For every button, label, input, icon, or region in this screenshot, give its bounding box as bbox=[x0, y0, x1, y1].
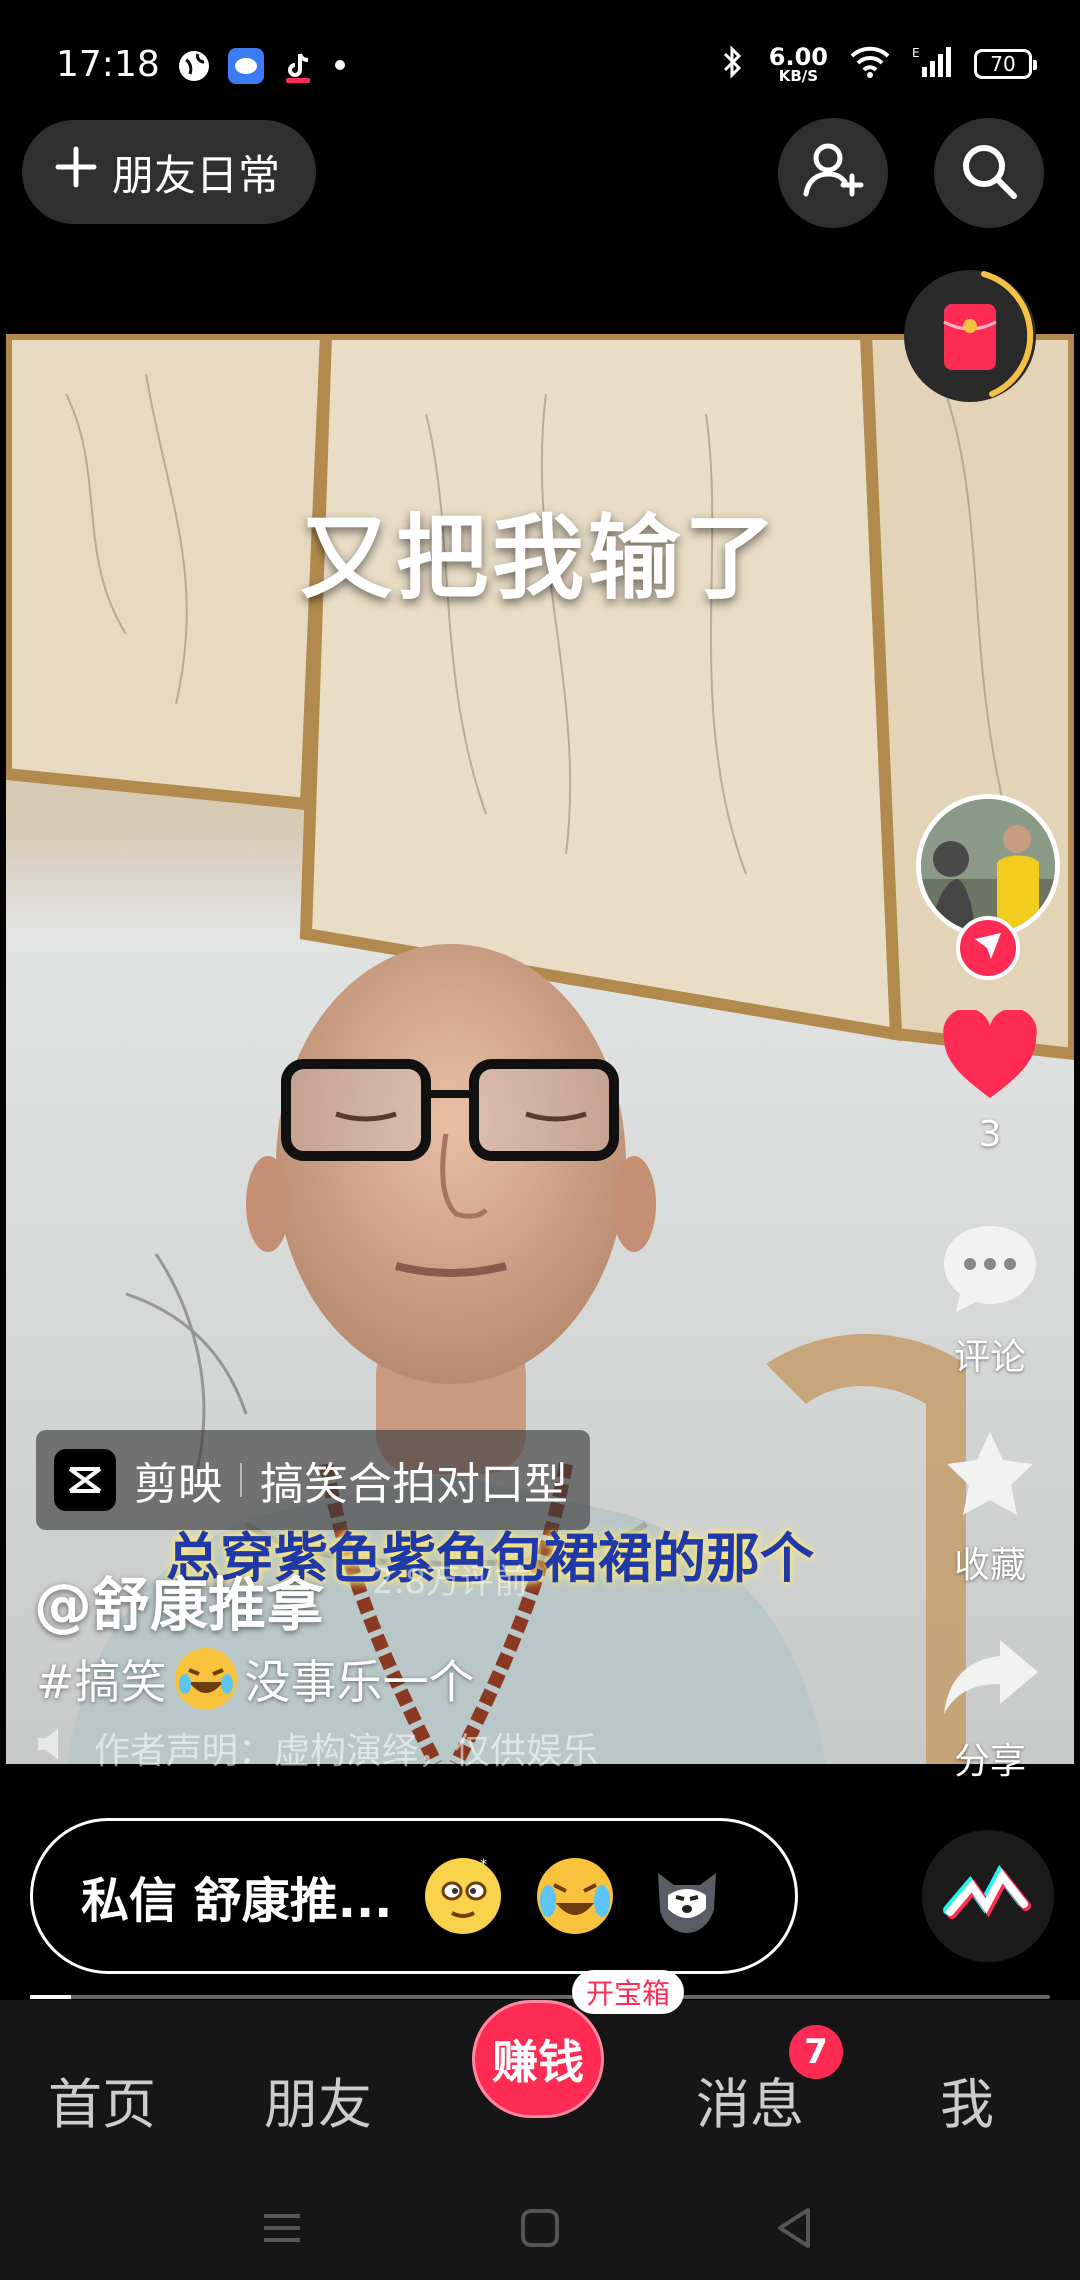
treasure-chest-tag[interactable]: 开宝箱 bbox=[572, 1970, 685, 2014]
dizzy-face-emoji-icon[interactable]: * bbox=[422, 1855, 504, 1937]
share-button[interactable]: 分享 bbox=[920, 1636, 1060, 1784]
add-friend-icon bbox=[800, 138, 866, 208]
comment-button[interactable]: 评论 bbox=[920, 1220, 1060, 1380]
nav-me[interactable]: 我 bbox=[940, 2060, 994, 2139]
author-statement: 作者声明：虚构演绎，仅供娱乐 bbox=[34, 1722, 598, 1774]
post-description: #搞笑 没事乐一个 bbox=[36, 1646, 475, 1712]
tiktok-app-icon bbox=[280, 48, 316, 84]
template-label: 搞笑合拍对口型 bbox=[260, 1459, 568, 1510]
husky-emoji-icon[interactable] bbox=[646, 1855, 728, 1937]
chip-divider bbox=[240, 1463, 242, 1497]
bluetooth-icon bbox=[717, 44, 747, 84]
status-right: 6.00 KB/S E 70 bbox=[717, 44, 1037, 84]
net-speed-unit: KB/S bbox=[778, 66, 819, 85]
search-icon bbox=[958, 140, 1020, 206]
status-time: 17:18 bbox=[56, 44, 160, 85]
net-speed: 6.00 KB/S bbox=[769, 45, 828, 84]
music-disc-button[interactable] bbox=[922, 1830, 1054, 1962]
laughing-emoji-icon bbox=[174, 1648, 237, 1710]
video-progress-bar[interactable] bbox=[30, 1995, 1050, 1999]
svg-text:*: * bbox=[480, 1857, 487, 1873]
like-button[interactable]: 3 bbox=[920, 1008, 1060, 1155]
music-note-icon bbox=[940, 1854, 1036, 1938]
net-speed-value: 6.00 bbox=[768, 42, 828, 71]
nav-earn-label: 赚钱 bbox=[472, 2000, 604, 2118]
direct-message-text: 私信 舒康推... bbox=[81, 1873, 393, 1929]
home-square-icon[interactable] bbox=[520, 2208, 560, 2252]
battery-indicator: 70 bbox=[974, 49, 1037, 79]
capcut-template-chip[interactable]: 剪映 搞笑合拍对口型 bbox=[36, 1430, 590, 1530]
messages-badge: 7 bbox=[786, 2022, 846, 2082]
search-button[interactable] bbox=[934, 118, 1044, 228]
hashtag-link[interactable]: #搞笑 bbox=[36, 1646, 167, 1712]
signal-icon: E bbox=[912, 45, 952, 83]
red-packet-icon bbox=[904, 270, 1036, 402]
status-bar: 17:18 6.00 KB/S E 70 bbox=[0, 0, 1080, 96]
notification-dot bbox=[335, 60, 345, 70]
author-name[interactable]: @舒康推拿 bbox=[34, 1558, 324, 1642]
speaker-icon bbox=[34, 1724, 74, 1773]
author-statement-text: 作者声明：虚构演绎，仅供娱乐 bbox=[94, 1731, 599, 1772]
favorite-label: 收藏 bbox=[953, 1545, 1026, 1586]
chat-app-icon bbox=[228, 48, 264, 84]
add-friend-button[interactable] bbox=[778, 118, 888, 228]
video-caption: 又把我输了 bbox=[299, 505, 780, 612]
video-progress-fill bbox=[30, 1995, 71, 1999]
menu-icon[interactable] bbox=[262, 2208, 302, 2252]
capcut-icon bbox=[54, 1449, 116, 1511]
description-text: 没事乐一个 bbox=[244, 1655, 475, 1709]
capcut-label: 剪映 bbox=[134, 1459, 222, 1510]
plus-icon bbox=[54, 145, 98, 199]
nav-messages[interactable]: 消息 bbox=[696, 2060, 804, 2139]
video-watermark: 2.8万评前 bbox=[372, 1562, 529, 1602]
comment-label: 评论 bbox=[953, 1337, 1026, 1378]
globe-icon bbox=[176, 48, 212, 84]
video-player[interactable]: 又把我输了 总穿紫色紫色包裙裙的那个 2.8万评前 bbox=[6, 334, 1074, 1764]
wifi-icon bbox=[850, 46, 890, 82]
direct-message-bar[interactable]: 私信 舒康推... * bbox=[30, 1818, 798, 1974]
svg-text:E: E bbox=[912, 46, 920, 60]
red-packet-button[interactable] bbox=[900, 266, 1040, 406]
friends-daily-button[interactable]: 朋友日常 bbox=[22, 120, 317, 224]
follow-button[interactable] bbox=[956, 916, 1020, 980]
system-nav-bar bbox=[0, 2176, 1080, 2280]
nav-earn-button[interactable]: 赚钱 bbox=[472, 2000, 604, 2118]
crying-laugh-emoji-icon[interactable] bbox=[534, 1855, 616, 1937]
nav-home[interactable]: 首页 bbox=[48, 2060, 156, 2139]
star-icon bbox=[940, 1428, 1040, 1528]
nav-friends[interactable]: 朋友 bbox=[264, 2060, 372, 2139]
share-label: 分享 bbox=[953, 1741, 1026, 1782]
favorite-button[interactable]: 收藏 bbox=[920, 1428, 1060, 1588]
friends-daily-label: 朋友日常 bbox=[112, 150, 281, 200]
comment-icon bbox=[940, 1220, 1040, 1320]
heart-icon bbox=[940, 1008, 1040, 1106]
send-icon bbox=[971, 929, 1005, 967]
back-triangle-icon[interactable] bbox=[774, 2206, 814, 2254]
like-count: 3 bbox=[978, 1114, 1002, 1155]
share-icon bbox=[940, 1636, 1040, 1724]
